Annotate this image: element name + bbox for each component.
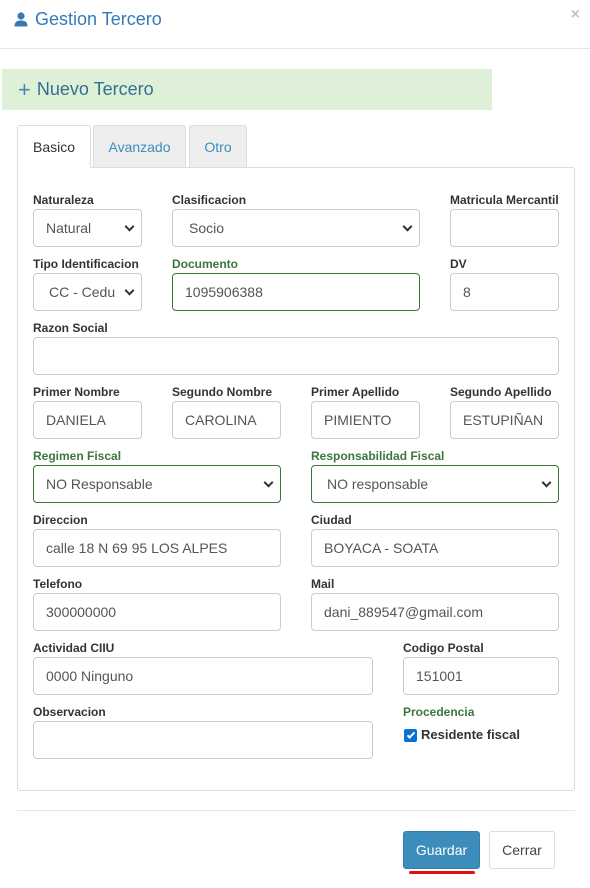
razon-social-label: Razon Social [33,321,108,335]
direccion-input[interactable]: calle 18 N 69 95 LOS ALPES [33,529,281,567]
direccion-label: Direccion [33,513,88,527]
actividad-ciiu-input[interactable]: 0000 Ninguno [33,657,373,695]
ciudad-input[interactable]: BOYACA - SOATA [311,529,559,567]
highlight-underline [409,871,475,874]
actividad-ciiu-label: Actividad CIIU [33,641,115,655]
check-icon [406,729,415,739]
dv-value: 8 [463,284,471,300]
codigo-postal-value: 151001 [416,668,463,684]
regimen-fiscal-value: NO Responsable [46,476,153,492]
responsabilidad-fiscal-label: Responsabilidad Fiscal [311,449,445,463]
telefono-label: Telefono [33,577,83,591]
guardar-button[interactable]: Guardar [403,831,480,869]
tipo-identificacion-select[interactable]: CC - Cedu [33,273,142,311]
primer-apellido-label: Primer Apellido [311,385,400,399]
codigo-postal-input[interactable]: 151001 [403,657,559,695]
observacion-input[interactable] [33,721,373,759]
ciudad-value: BOYACA - SOATA [324,540,439,556]
codigo-postal-label: Codigo Postal [403,641,484,655]
matricula-label: Matricula Mercantil [450,193,559,207]
user-icon [14,12,28,27]
documento-value: 1095906388 [185,284,263,300]
chevron-down-icon [263,477,274,488]
telefono-value: 300000000 [46,604,117,620]
segundo-apellido-value: ESTUPIÑAN [463,412,544,428]
residente-fiscal-checkbox[interactable] [404,729,417,742]
primer-apellido-input[interactable]: PIMIENTO [311,401,420,439]
dv-label: DV [450,257,467,271]
telefono-input[interactable]: 300000000 [33,593,281,631]
chevron-down-icon [124,285,135,296]
tipo-identificacion-value: CC - Cedu [49,284,116,300]
mail-label: Mail [311,577,335,591]
segundo-apellido-input[interactable]: ESTUPIÑAN [450,401,559,439]
responsabilidad-fiscal-value: NO responsable [327,476,429,492]
tab-otro[interactable]: Otro [189,125,247,167]
ciudad-label: Ciudad [311,513,352,527]
observacion-label: Observacion [33,705,106,719]
nuevo-tercero-banner: + Nuevo Tercero [2,69,492,110]
primer-apellido-value: PIMIENTO [324,412,392,428]
modal-title-text: Gestion Tercero [35,9,162,29]
procedencia-label: Procedencia [403,705,475,719]
segundo-nombre-value: CAROLINA [185,412,257,428]
tab-avanzado[interactable]: Avanzado [93,125,186,167]
naturaleza-value: Natural [46,220,92,236]
modal-title: Gestion Tercero [13,9,162,29]
clasificacion-value: Socio [189,220,225,236]
naturaleza-label: Naturaleza [33,193,94,207]
residente-fiscal-label: Residente fiscal [421,727,520,742]
actividad-ciiu-value: 0000 Ninguno [46,668,134,684]
tab-basico[interactable]: Basico [17,125,91,168]
tipo-identificacion-label: Tipo Identificacion [33,257,139,271]
regimen-fiscal-select[interactable]: NO Responsable [33,465,281,503]
primer-nombre-value: DANIELA [46,412,106,428]
responsabilidad-fiscal-select[interactable]: NO responsable [311,465,559,503]
razon-social-input[interactable] [33,337,559,375]
chevron-down-icon [402,221,413,232]
matricula-input[interactable] [450,209,559,247]
primer-nombre-input[interactable]: DANIELA [33,401,142,439]
direccion-value: calle 18 N 69 95 LOS ALPES [46,540,228,556]
primer-nombre-label: Primer Nombre [33,385,120,399]
regimen-fiscal-label: Regimen Fiscal [33,449,122,463]
segundo-nombre-input[interactable]: CAROLINA [172,401,281,439]
naturaleza-select[interactable]: Natural [33,209,142,247]
footer-divider [17,810,575,811]
segundo-nombre-label: Segundo Nombre [172,385,273,399]
cerrar-button[interactable]: Cerrar [489,831,555,869]
close-icon[interactable]: × [571,6,580,24]
clasificacion-label: Clasificacion [172,193,247,207]
mail-input[interactable]: dani_889547@gmail.com [311,593,559,631]
clasificacion-select[interactable]: Socio [172,209,420,247]
banner-title: Nuevo Tercero [36,79,154,99]
chevron-down-icon [124,221,135,232]
mail-value: dani_889547@gmail.com [324,604,483,620]
plus-icon: + [18,76,31,102]
chevron-down-icon [541,477,552,488]
segundo-apellido-label: Segundo Apellido [450,385,552,399]
documento-input[interactable]: 1095906388 [172,273,420,311]
dv-input[interactable]: 8 [450,273,559,311]
modal-header: Gestion Tercero × [0,0,590,49]
documento-label: Documento [172,257,238,271]
